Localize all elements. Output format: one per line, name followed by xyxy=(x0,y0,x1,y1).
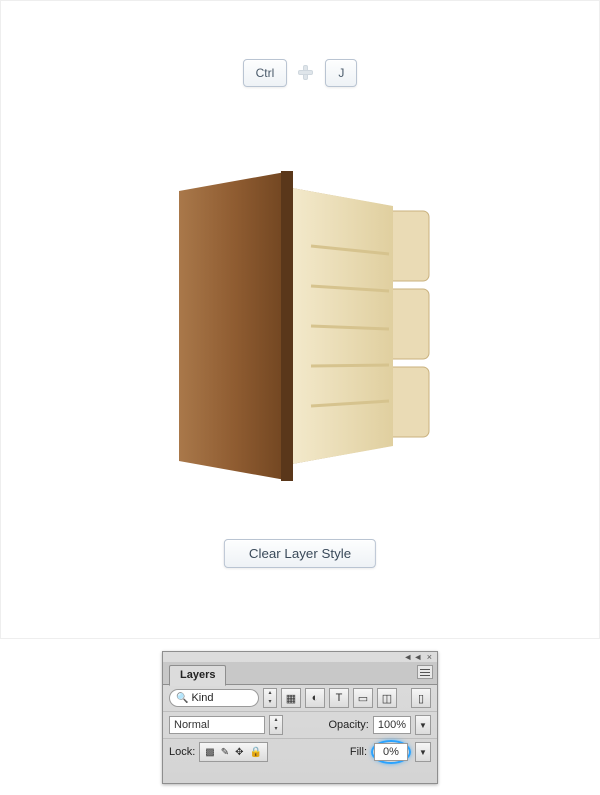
lock-label: Lock: xyxy=(169,746,195,758)
opacity-label: Opacity: xyxy=(329,719,369,731)
filter-stepper[interactable]: ▴▾ xyxy=(263,688,277,708)
filter-pixel-icon[interactable]: ▦ xyxy=(281,688,301,708)
panel-menu-icon[interactable] xyxy=(417,665,433,679)
panel-tab-bar: Layers xyxy=(163,662,437,685)
lock-all-icon[interactable]: 🔒 xyxy=(248,747,264,758)
blend-mode-value: Normal xyxy=(174,719,209,731)
blend-mode-select[interactable]: Normal xyxy=(169,716,265,734)
filter-shape-icon[interactable]: ▭ xyxy=(353,688,373,708)
filter-smart-icon[interactable]: ◫ xyxy=(377,688,397,708)
filter-kind-select[interactable]: 🔍 Kind xyxy=(169,689,259,707)
layer-filter-row: 🔍 Kind ▴▾ ▦ ◐ T ▭ ◫ ▯ xyxy=(163,685,437,711)
fill-dropdown-icon[interactable]: ▼ xyxy=(415,742,431,762)
opacity-field[interactable]: 100% xyxy=(373,716,411,734)
lock-fill-row: Lock: ▩ ✎ ✥ 🔒 Fill: 0% ▼ xyxy=(163,738,437,765)
canvas-area: Ctrl J xyxy=(0,0,600,639)
filter-toggle-switch[interactable]: ▯ xyxy=(411,688,431,708)
filter-adjustment-icon[interactable]: ◐ xyxy=(305,688,325,708)
lock-pixels-icon[interactable]: ✎ xyxy=(219,747,231,758)
search-icon: 🔍 xyxy=(176,693,188,704)
key-j: J xyxy=(325,59,357,87)
fill-field[interactable]: 0% xyxy=(374,743,408,761)
plus-icon xyxy=(298,65,314,81)
filter-kind-label: Kind xyxy=(191,692,252,704)
fill-label: Fill: xyxy=(350,746,367,758)
keyboard-shortcut: Ctrl J xyxy=(1,59,599,87)
lock-buttons-group: ▩ ✎ ✥ 🔒 xyxy=(199,742,268,762)
key-ctrl: Ctrl xyxy=(243,59,288,87)
filter-type-icon[interactable]: T xyxy=(329,688,349,708)
tab-layers[interactable]: Layers xyxy=(169,665,226,686)
opacity-dropdown-icon[interactable]: ▼ xyxy=(415,715,431,735)
blend-mode-stepper[interactable]: ▴▾ xyxy=(269,715,283,735)
clear-layer-style-button[interactable]: Clear Layer Style xyxy=(224,539,376,568)
layers-panel: ◄◄ × Layers 🔍 Kind ▴▾ ▦ ◐ T ▭ ◫ ▯ Normal… xyxy=(162,651,438,784)
lock-transparent-icon[interactable]: ▩ xyxy=(203,747,216,758)
blend-opacity-row: Normal ▴▾ Opacity: 100% ▼ xyxy=(163,711,437,738)
address-book-icon xyxy=(161,151,441,481)
fill-highlight-circle: 0% xyxy=(371,740,411,764)
panel-collapse-icon[interactable]: ◄◄ × xyxy=(163,652,437,662)
lock-position-icon[interactable]: ✥ xyxy=(233,747,245,758)
